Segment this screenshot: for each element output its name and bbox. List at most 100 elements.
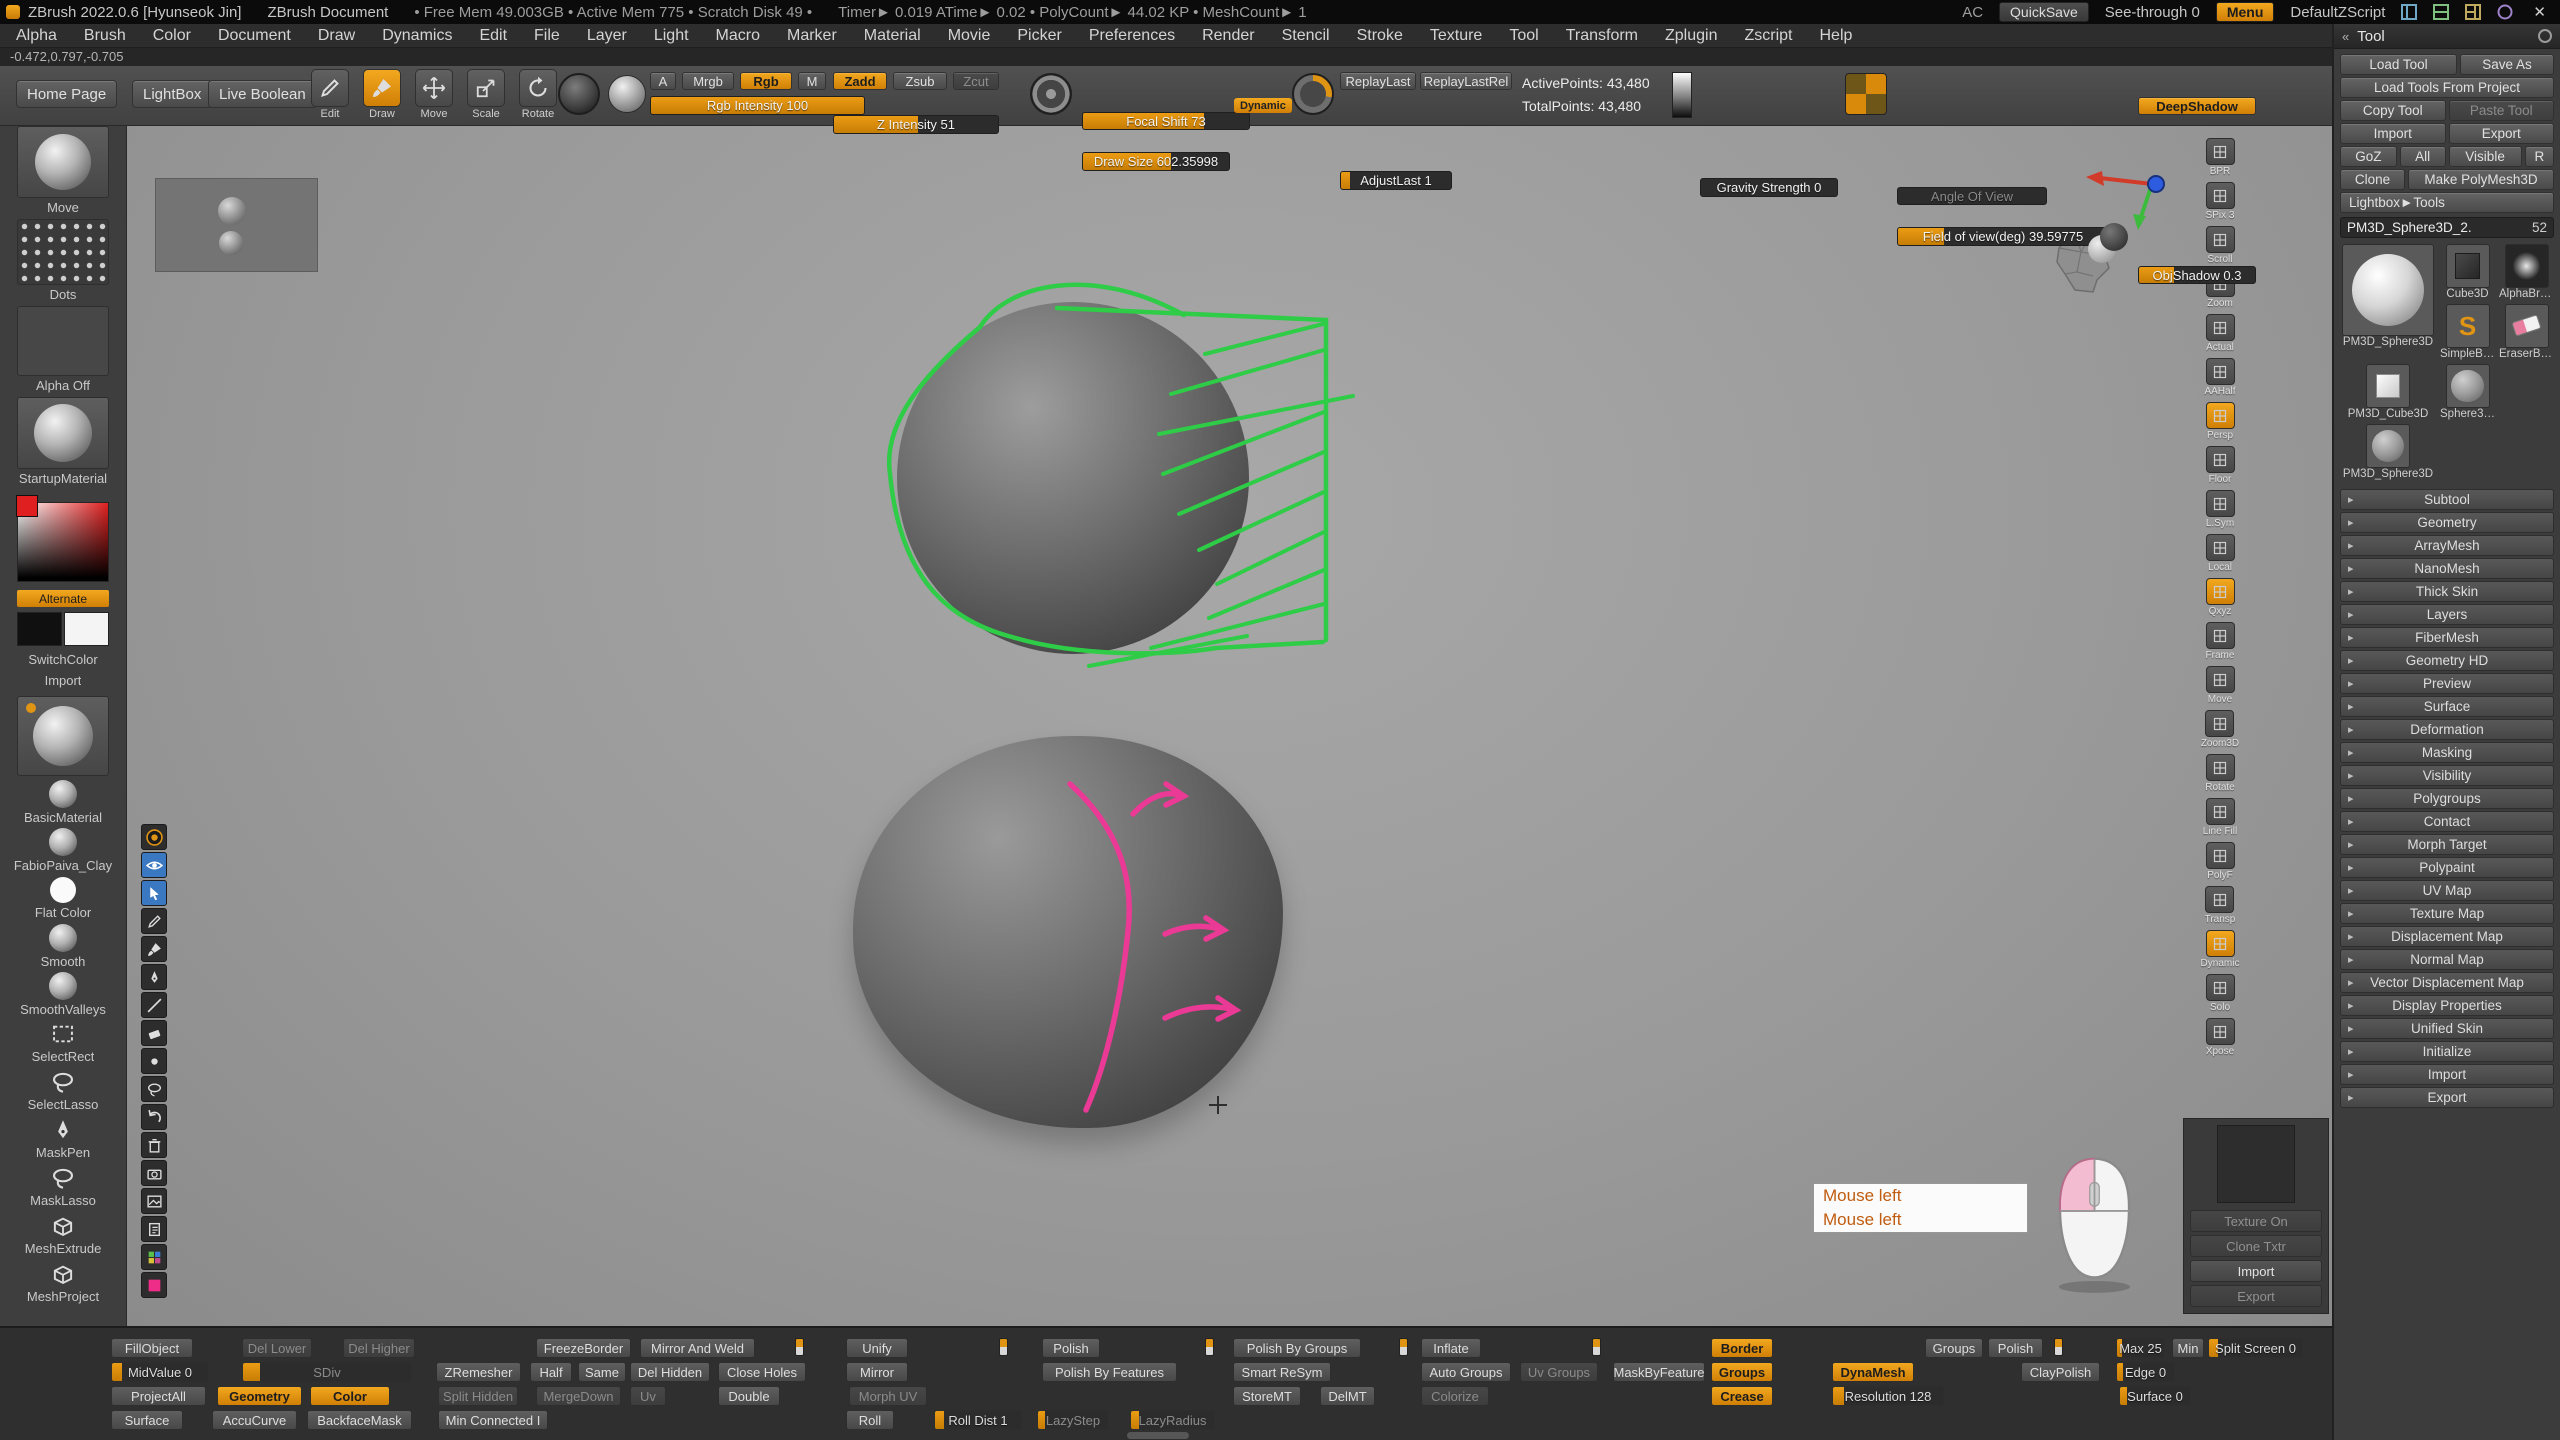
bottom-edge-0-button[interactable]: Edge 0 — [2116, 1362, 2175, 1382]
tool-thumb-pm3d-cube3d[interactable]: PM3D_Cube3D — [2340, 364, 2436, 420]
bottom-groups-button[interactable]: Groups — [1711, 1362, 1773, 1382]
load-tool-button[interactable]: Load Tool — [2340, 54, 2457, 75]
shelf-xpose-button[interactable]: Xpose — [2206, 1018, 2235, 1062]
menu-item-edit[interactable]: Edit — [479, 27, 507, 45]
sculpt-blob[interactable] — [853, 736, 1283, 1128]
lasso-icon[interactable] — [141, 1076, 167, 1102]
palette-handle[interactable] — [1399, 1338, 1408, 1356]
section-import[interactable]: Import — [2340, 1064, 2554, 1085]
bottom-uv-button[interactable]: Uv — [630, 1386, 666, 1406]
layout-icon-2[interactable] — [2433, 4, 2449, 20]
menu-item-zplugin[interactable]: Zplugin — [1665, 27, 1717, 45]
bottom-del-lower-button[interactable]: Del Lower — [242, 1338, 312, 1358]
home-page-button[interactable]: Home Page — [16, 80, 117, 108]
save-as-button[interactable]: Save As — [2460, 54, 2554, 75]
section-displacement-map[interactable]: Displacement Map — [2340, 926, 2554, 947]
z-intensity-slider[interactable]: Z Intensity 51 — [833, 115, 999, 134]
shelf-polyf-button[interactable]: PolyF — [2206, 842, 2235, 886]
bottom-mirror-and-weld-button[interactable]: Mirror And Weld — [640, 1338, 755, 1358]
bottom-colorize-button[interactable]: Colorize — [1421, 1386, 1489, 1406]
bottom-del-higher-button[interactable]: Del Higher — [343, 1338, 415, 1358]
menu-item-zscript[interactable]: Zscript — [1744, 27, 1792, 45]
section-arraymesh[interactable]: ArrayMesh — [2340, 535, 2554, 556]
current-brush-icon[interactable] — [558, 73, 600, 115]
bottom-delmt-button[interactable]: DelMT — [1320, 1386, 1375, 1406]
current-material-thumb[interactable] — [17, 696, 109, 776]
mode-move-button[interactable]: Move — [412, 69, 456, 120]
tray-item-masklasso[interactable]: MaskLasso — [30, 1164, 96, 1212]
bottom-claypolish-button[interactable]: ClayPolish — [2021, 1362, 2100, 1382]
startup-material-thumb[interactable] — [17, 397, 109, 469]
eye-icon[interactable] — [141, 852, 167, 878]
bottom-projectall-button[interactable]: ProjectAll — [111, 1386, 206, 1406]
tray-item-basicmaterial[interactable]: BasicMaterial — [24, 780, 102, 828]
rgb-button[interactable]: Rgb — [740, 72, 792, 90]
menu-toggle-button[interactable]: Menu — [2216, 2, 2275, 22]
tray-item-smooth[interactable]: Smooth — [41, 924, 86, 972]
section-deformation[interactable]: Deformation — [2340, 719, 2554, 740]
layout-icon-3[interactable] — [2465, 4, 2481, 20]
adjust-last-slider[interactable]: AdjustLast 1 — [1340, 171, 1452, 190]
gravity-strength-slider[interactable]: Gravity Strength 0 — [1700, 178, 1838, 197]
section-display-properties[interactable]: Display Properties — [2340, 995, 2554, 1016]
panel-menu-icon[interactable] — [2538, 29, 2552, 43]
menu-item-marker[interactable]: Marker — [787, 27, 837, 45]
texture-thumbnail[interactable] — [2217, 1125, 2295, 1203]
bottom-polish-by-groups-button[interactable]: Polish By Groups — [1233, 1338, 1361, 1358]
a-button[interactable]: A — [650, 72, 676, 90]
quicksave-button[interactable]: QuickSave — [1999, 2, 2089, 22]
texture-clone-txtr-button[interactable]: Clone Txtr — [2190, 1235, 2322, 1257]
texture-export-button[interactable]: Export — [2190, 1285, 2322, 1307]
menu-item-macro[interactable]: Macro — [716, 27, 760, 45]
palette-handle[interactable] — [795, 1338, 804, 1356]
alternate-button[interactable]: Alternate — [17, 590, 109, 607]
replay-last-button[interactable]: ReplayLast — [1340, 72, 1416, 90]
tray-item-meshextrude[interactable]: MeshExtrude — [25, 1212, 102, 1260]
bottom-unify-button[interactable]: Unify — [846, 1338, 908, 1358]
bottom-border-button[interactable]: Border — [1711, 1338, 1773, 1358]
menu-item-layer[interactable]: Layer — [587, 27, 627, 45]
zcut-button[interactable]: Zcut — [953, 72, 999, 90]
bottom-min-connected-i-button[interactable]: Min Connected I — [438, 1410, 548, 1430]
cursor-icon[interactable] — [141, 880, 167, 906]
bottom-morph-uv-button[interactable]: Morph UV — [849, 1386, 927, 1406]
shelf-transp-button[interactable]: Transp — [2205, 886, 2236, 930]
tray-item-selectlasso[interactable]: SelectLasso — [28, 1068, 99, 1116]
bottom-polish-by-features-button[interactable]: Polish By Features — [1042, 1362, 1177, 1382]
menu-item-file[interactable]: File — [534, 27, 560, 45]
line-icon[interactable] — [141, 992, 167, 1018]
tool-thumb-sphere3d-1[interactable]: Sphere3D_1 — [2440, 364, 2495, 420]
note-icon[interactable] — [141, 1216, 167, 1242]
section-preview[interactable]: Preview — [2340, 673, 2554, 694]
bottom-close-holes-button[interactable]: Close Holes — [718, 1362, 806, 1382]
mode-scale-button[interactable]: Scale — [464, 69, 508, 120]
bottom-smart-resym-button[interactable]: Smart ReSym — [1233, 1362, 1331, 1382]
palette-handle[interactable] — [1592, 1338, 1601, 1356]
color-chip[interactable] — [16, 495, 38, 517]
tool-thumb-pm3d-sphere3d[interactable]: PM3D_Sphere3D — [2340, 424, 2436, 480]
m-button[interactable]: M — [798, 72, 826, 90]
field-of-view-slider[interactable]: Field of view(deg) 39.59775 — [1897, 227, 2109, 246]
bottom-geometry-button[interactable]: Geometry — [217, 1386, 302, 1406]
shelf-l-sym-button[interactable]: L.Sym — [2206, 490, 2235, 534]
texture-texture-on-button[interactable]: Texture On — [2190, 1210, 2322, 1232]
bottom-min-button[interactable]: Min — [2172, 1338, 2204, 1358]
menu-item-color[interactable]: Color — [153, 27, 191, 45]
bottom-roll-dist-1-button[interactable]: Roll Dist 1 — [934, 1410, 1022, 1430]
section-polypaint[interactable]: Polypaint — [2340, 857, 2554, 878]
live-boolean-button[interactable]: Live Boolean — [208, 80, 317, 108]
bottom-accucurve-button[interactable]: AccuCurve — [212, 1410, 297, 1430]
angle-of-view-slider[interactable]: Angle Of View — [1897, 187, 2047, 205]
gravity-gradient-icon[interactable] — [1672, 72, 1692, 118]
obj-shadow-slider[interactable]: ObjShadow 0.3 — [2138, 266, 2256, 284]
section-unified-skin[interactable]: Unified Skin — [2340, 1018, 2554, 1039]
secondary-color-swatch[interactable] — [64, 612, 109, 646]
bottom-uv-groups-button[interactable]: Uv Groups — [1520, 1362, 1598, 1382]
shelf-line-fill-button[interactable]: Line Fill — [2203, 798, 2237, 842]
bottom-polish-button[interactable]: Polish — [1988, 1338, 2043, 1358]
bottom-double-button[interactable]: Double — [718, 1386, 780, 1406]
goz-r-button[interactable]: R — [2525, 146, 2554, 167]
logo-icon[interactable] — [141, 824, 167, 850]
undo-icon[interactable] — [141, 1104, 167, 1130]
section-masking[interactable]: Masking — [2340, 742, 2554, 763]
